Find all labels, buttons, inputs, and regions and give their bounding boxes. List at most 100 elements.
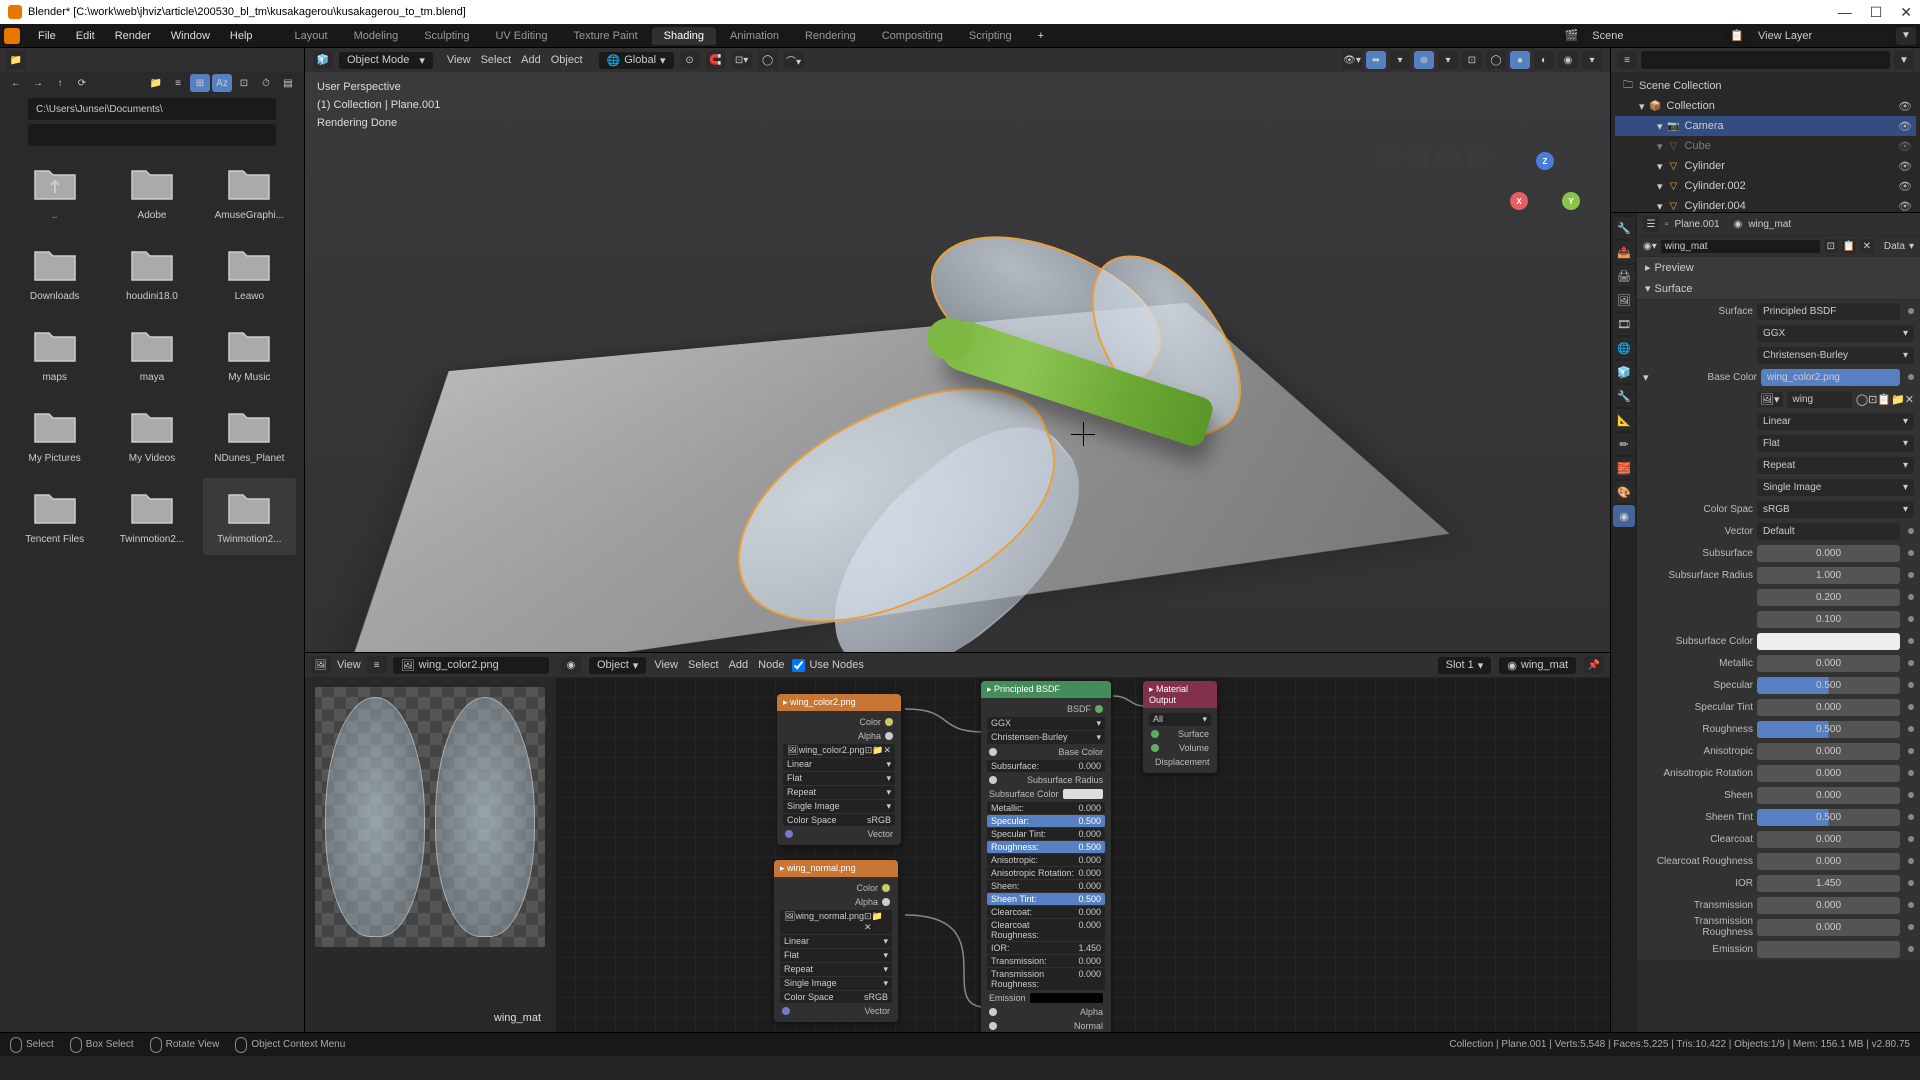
menu-render[interactable]: Render [105, 30, 161, 42]
pin-icon[interactable]: 📌 [1584, 656, 1604, 674]
property-value[interactable]: 0.000 [1757, 655, 1900, 672]
shade-rendered-icon[interactable]: ◉ [1558, 51, 1578, 69]
bsdf-input[interactable]: Specular:0.500 [987, 815, 1105, 827]
visibility-toggle-icon[interactable]: 👁 [1898, 120, 1912, 133]
outliner-root[interactable]: 🗀Scene Collection [1615, 76, 1916, 96]
bsdf-input[interactable]: Subsurface Color [985, 787, 1107, 801]
property-value[interactable]: 0.200 [1757, 589, 1900, 606]
property-value[interactable]: 0.500 [1757, 809, 1900, 826]
property-value[interactable]: 0.000 [1757, 699, 1900, 716]
source-dropdown[interactable]: Single Image▾ [1757, 479, 1914, 496]
bsdf-input[interactable]: Sheen:0.000 [987, 880, 1105, 892]
overlay-toggle-icon[interactable]: ⊕ [1414, 51, 1434, 69]
visibility-toggle-icon[interactable]: 👁 [1898, 200, 1912, 213]
display-list-icon[interactable]: ≡ [168, 74, 188, 92]
tab-texture-paint[interactable]: Texture Paint [561, 27, 649, 45]
gizmo-options-icon[interactable]: ▾ [1390, 51, 1410, 69]
folder-item[interactable]: NDunes_Planet [203, 397, 296, 474]
props-tab-10[interactable]: 🧱 [1613, 457, 1635, 479]
bsdf-input[interactable]: Anisotropic Rotation:0.000 [987, 867, 1105, 879]
visibility-toggle-icon[interactable]: 👁 [1898, 140, 1912, 153]
bsdf-input[interactable]: Transmission:0.000 [987, 955, 1105, 967]
nav-up-icon[interactable]: ↑ [50, 74, 70, 92]
property-value[interactable]: 0.000 [1757, 743, 1900, 760]
node-menu-view[interactable]: View [654, 659, 678, 671]
shade-solid-icon[interactable]: ● [1510, 51, 1530, 69]
zoom-icon[interactable] [1376, 147, 1400, 171]
bsdf-input[interactable]: Metallic:0.000 [987, 802, 1105, 814]
bsdf-input[interactable]: Emission [985, 991, 1107, 1005]
visibility-toggle-icon[interactable]: 👁 [1898, 180, 1912, 193]
basecolor-dropdown[interactable]: wing_color2.png [1761, 369, 1900, 386]
menu-edit[interactable]: Edit [66, 30, 105, 42]
overlay-options-icon[interactable]: ▾ [1438, 51, 1458, 69]
sss-dropdown[interactable]: Christensen-Burley▾ [1757, 347, 1914, 364]
colorspace-dropdown[interactable]: sRGB▾ [1757, 501, 1914, 518]
property-value[interactable]: 0.000 [1757, 765, 1900, 782]
file-filter-input[interactable] [28, 124, 276, 146]
tab-layout[interactable]: Layout [283, 27, 340, 45]
props-tab-11[interactable]: 🎨 [1613, 481, 1635, 503]
viewport-menu-select[interactable]: Select [481, 54, 512, 66]
folder-item[interactable]: My Videos [105, 397, 198, 474]
props-tab-1[interactable]: 📤 [1613, 241, 1635, 263]
snap-icon[interactable]: 🧲 [706, 51, 726, 69]
property-value[interactable]: 0.000 [1757, 919, 1900, 936]
outliner-item[interactable]: ▾📦Collection👁 [1615, 96, 1916, 116]
interp-dropdown[interactable]: Linear▾ [1757, 413, 1914, 430]
preview-section[interactable]: ▸ Preview [1637, 257, 1920, 278]
bsdf-input[interactable]: Sheen Tint:0.500 [987, 893, 1105, 905]
maximize-button[interactable]: ☐ [1870, 4, 1883, 21]
bsdf-input[interactable]: Clearcoat Roughness:0.000 [987, 919, 1105, 941]
minimize-button[interactable]: — [1838, 4, 1852, 21]
folder-item[interactable]: Twinmotion2... [105, 478, 198, 555]
image-texture-node[interactable]: ▸ wing_color2.png Color Alpha 🖼wing_colo… [777, 694, 901, 845]
props-tab-6[interactable]: 🧊 [1613, 361, 1635, 383]
menu-file[interactable]: File [28, 30, 66, 42]
props-tab-0[interactable]: 🔧 [1613, 217, 1635, 239]
bsdf-input[interactable]: Alpha [985, 1005, 1107, 1019]
principled-bsdf-node[interactable]: ▸ Principled BSDF BSDF GGX▾ Christensen-… [981, 681, 1111, 1032]
visibility-toggle-icon[interactable]: 👁 [1898, 160, 1912, 173]
extension-dropdown[interactable]: Repeat▾ [1757, 457, 1914, 474]
bsdf-input[interactable]: Transmission Roughness:0.000 [987, 968, 1105, 990]
tab-rendering[interactable]: Rendering [793, 27, 868, 45]
hamburger-icon[interactable]: ≡ [367, 656, 387, 674]
folder-item[interactable]: My Music [203, 316, 296, 393]
props-tab-12[interactable]: ◉ [1613, 505, 1635, 527]
image-dropdown[interactable]: 🖼wing_color2.png [393, 657, 549, 674]
sort-alpha-icon[interactable]: Az [212, 74, 232, 92]
material-dropdown[interactable]: ◉ wing_mat [1499, 657, 1576, 674]
bsdf-input[interactable]: Roughness:0.500 [987, 841, 1105, 853]
property-value[interactable]: 0.000 [1757, 545, 1900, 562]
visibility-icon[interactable]: 👁▾ [1342, 51, 1362, 69]
property-value[interactable]: 0.100 [1757, 611, 1900, 628]
property-value[interactable] [1757, 941, 1900, 958]
tab-scripting[interactable]: Scripting [957, 27, 1024, 45]
props-tab-5[interactable]: 🌐 [1613, 337, 1635, 359]
editor-type-icon[interactable]: ☰ [1643, 216, 1659, 232]
folder-item[interactable]: Leawo [203, 235, 296, 312]
bsdf-input[interactable]: Normal [985, 1019, 1107, 1032]
tab-shading[interactable]: Shading [652, 27, 716, 45]
nav-fwd-icon[interactable]: → [28, 74, 48, 92]
xray-icon[interactable]: ⊡ [1462, 51, 1482, 69]
filter-icon[interactable]: ▼ [1896, 27, 1916, 45]
visibility-toggle-icon[interactable]: 👁 [1898, 100, 1912, 113]
menu-window[interactable]: Window [161, 30, 220, 42]
node-menu-select[interactable]: Select [688, 659, 719, 671]
material-output-node[interactable]: ▸ Material Output All▾ Surface Volume Di… [1143, 681, 1217, 773]
outliner-item[interactable]: ▾▽Cube👁 [1615, 136, 1916, 156]
scene-dropdown[interactable]: Scene [1584, 28, 1724, 44]
tab-modeling[interactable]: Modeling [342, 27, 411, 45]
file-editor-type-icon[interactable]: 📁 [6, 51, 26, 69]
viewport-menu-view[interactable]: View [447, 54, 471, 66]
editor-type-icon[interactable]: 🧊 [313, 51, 333, 69]
view-menu[interactable]: View [337, 659, 361, 671]
folder-item[interactable]: maps [8, 316, 101, 393]
tab-uv-editing[interactable]: UV Editing [483, 27, 559, 45]
props-tab-7[interactable]: 🔧 [1613, 385, 1635, 407]
file-path-input[interactable]: C:\Users\Junsei\Documents\ [28, 98, 276, 120]
bsdf-input[interactable]: Subsurface Radius [985, 773, 1107, 787]
mode-dropdown[interactable]: Object Mode▾ [339, 52, 433, 69]
